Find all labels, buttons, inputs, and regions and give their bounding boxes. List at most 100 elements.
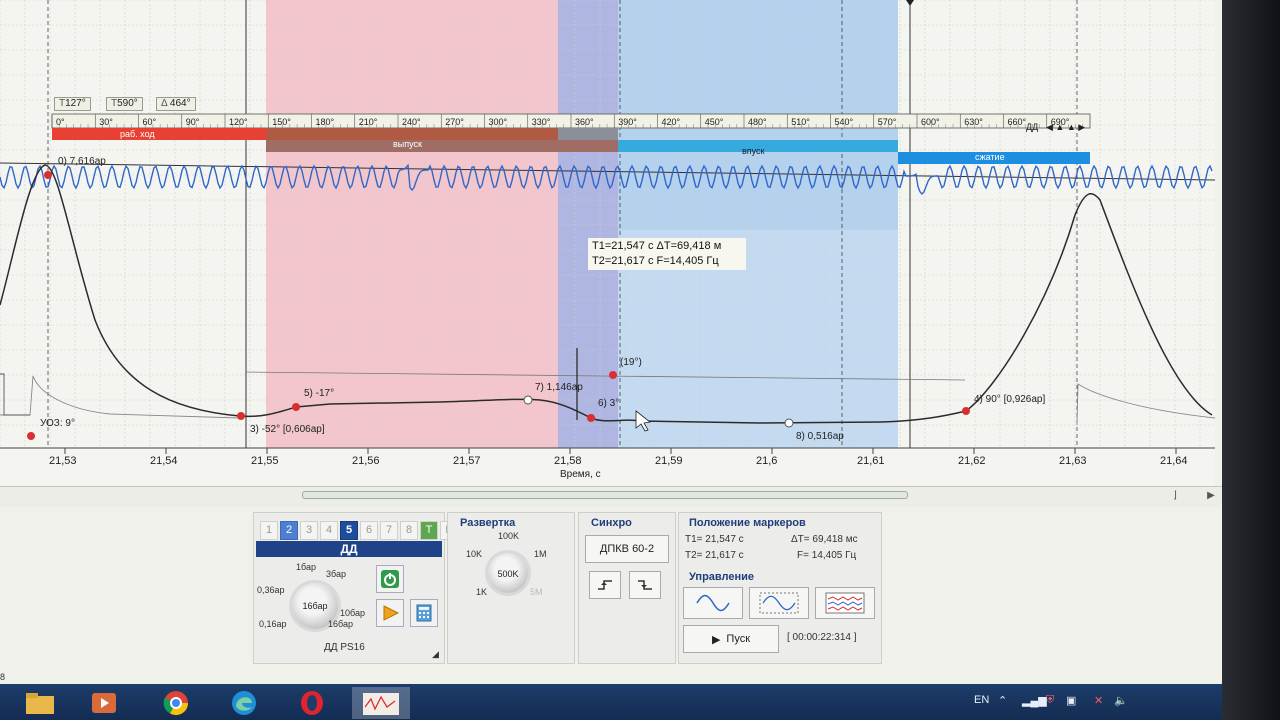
label-point-6: 6) 3°	[598, 398, 620, 409]
mode-dotted-button[interactable]	[749, 587, 809, 619]
ruler-degree-label: 450°	[705, 117, 724, 127]
power-button[interactable]	[376, 565, 404, 593]
channel-tab-t[interactable]: T	[420, 521, 438, 540]
point-uoz[interactable]	[27, 432, 35, 440]
ruler-degree-label: 270°	[445, 117, 464, 127]
volume-icon[interactable]: 🔈	[1114, 694, 1128, 707]
language-indicator[interactable]: EN	[974, 694, 989, 706]
horizontal-scrollbar[interactable]: ▶ ⌋	[0, 486, 1222, 507]
sync-source-value: ДПКВ 60-2	[599, 543, 655, 555]
scroll-right-icon[interactable]: ▶	[1204, 490, 1218, 502]
channel-tab-8[interactable]: 8	[400, 521, 418, 540]
sync-rising-edge-button[interactable]	[589, 571, 621, 599]
label-point-4: 4) 90° [0,926ар]	[974, 394, 1046, 405]
folder-icon	[26, 693, 54, 714]
point-3[interactable]	[237, 412, 245, 420]
channel-tab-7[interactable]: 7	[380, 521, 398, 540]
channel-tab-6[interactable]: 6	[360, 521, 378, 540]
ruler-degree-label: 600°	[921, 117, 940, 127]
ruler-degree-label: 360°	[575, 117, 594, 127]
sync-title: Синхро	[591, 517, 632, 529]
sweep-label-1: 10K	[466, 549, 483, 559]
media-player-icon	[92, 693, 116, 713]
x-tick-label: 21,63	[1059, 455, 1087, 467]
ruler-degree-label: 330°	[532, 117, 551, 127]
mode-sine-button[interactable]	[683, 587, 743, 619]
ruler-delta: Δ 464°	[156, 97, 196, 111]
point-0[interactable]	[44, 171, 52, 179]
point-7[interactable]	[523, 395, 533, 405]
phase-label-exhaust: выпуск	[393, 139, 422, 149]
point-4[interactable]	[962, 407, 970, 415]
scroll-end-icon[interactable]: ⌋	[1168, 490, 1182, 502]
ruler-degree-label: 210°	[359, 117, 378, 127]
chrome-button[interactable]	[156, 687, 196, 719]
x-tick-label: 21,61	[857, 455, 885, 467]
security-icon[interactable]: ⛨	[1046, 694, 1054, 707]
oscilloscope-app-button[interactable]	[352, 687, 410, 719]
markers-panel: Положение маркеров T1= 21,547 с ΔT= 69,4…	[678, 512, 882, 664]
oscilloscope-plot[interactable]: 0° 30° 60° 90° 120° 150° 180° 210° 240° 270° 300° 3…	[0, 0, 1215, 485]
channel-panel: 1 2 3 4 5 6 7 8 T E ДД 16бар 0,36ар 1бар…	[253, 512, 458, 664]
scrollbar-thumb[interactable]	[302, 491, 908, 499]
device-icon[interactable]: ▣	[1066, 694, 1076, 707]
media-player-button[interactable]	[84, 687, 124, 719]
mode-multi-button[interactable]	[815, 587, 875, 619]
label-point-5: 5) -17°	[304, 388, 335, 399]
scale-label-2: 3бар	[326, 569, 346, 579]
channel-tab-3[interactable]: 3	[300, 521, 318, 540]
label-point-3: 3) -52° [0,606ар]	[250, 424, 325, 435]
calculator-icon	[416, 604, 432, 622]
network-icon[interactable]: ▂▄▆	[1022, 694, 1047, 707]
sync-falling-edge-button[interactable]	[629, 571, 661, 599]
point-19[interactable]	[609, 371, 617, 379]
phase-label-power: раб. ход	[120, 129, 155, 139]
channel-tab-1[interactable]: 1	[260, 521, 278, 540]
play-button[interactable]	[376, 599, 404, 627]
point-6[interactable]	[587, 414, 595, 422]
channel-resize-icon[interactable]: ◢	[432, 649, 439, 660]
monitor-bezel	[1222, 0, 1280, 720]
marker-t2: T2= 21,617 с	[685, 550, 744, 561]
channel-tab-4[interactable]: 4	[320, 521, 338, 540]
baseline-left	[0, 373, 30, 416]
start-icon: ▶	[711, 633, 721, 646]
x-axis-label: Время, с	[560, 469, 601, 480]
marker-head[interactable]	[906, 0, 914, 6]
sweep-label-3: 1K	[476, 587, 488, 597]
ruler-degree-label: 150°	[272, 117, 291, 127]
x-tick-label: 21,62	[958, 455, 986, 467]
elapsed-timer: [ 00:00:22:314 ]	[787, 632, 857, 643]
point-5[interactable]	[292, 403, 300, 411]
file-explorer-button[interactable]	[20, 687, 60, 719]
sine-wave-icon	[696, 594, 730, 612]
tray-expand-icon[interactable]: ⌃	[998, 694, 1007, 707]
sweep-label-0: 100K	[498, 531, 520, 541]
label-point-19: (19°)	[620, 357, 642, 368]
calculator-button[interactable]	[410, 599, 438, 627]
point-8[interactable]	[784, 418, 794, 428]
scale-label-3: 0,16ар	[259, 619, 287, 629]
no-internet-icon[interactable]: ✕	[1094, 694, 1103, 707]
phase-label-compression: сжатие	[975, 152, 1005, 162]
edge-icon	[232, 691, 256, 715]
ruler-controls-icon[interactable]: ◀ ▲ ▲ ▶	[1046, 122, 1085, 133]
sync-source-select[interactable]: ДПКВ 60-2	[585, 535, 669, 563]
sensitivity-value: 16бар	[302, 601, 328, 612]
marker-f: F= 14,405 Гц	[797, 550, 857, 561]
x-axis-ticks	[64, 448, 1177, 454]
start-button[interactable]: ▶ Пуск	[683, 625, 779, 653]
ruler-degree-label: 240°	[402, 117, 421, 127]
sweep-label-4: 5M	[530, 587, 543, 597]
ruler-degree-label: 120°	[229, 117, 248, 127]
opera-button[interactable]	[292, 687, 332, 719]
rising-edge-icon	[598, 580, 612, 590]
edge-button[interactable]	[224, 687, 264, 719]
channel-tab-5[interactable]: 5	[340, 521, 358, 540]
sweep-knob[interactable]: 500K	[488, 553, 528, 593]
channel-tab-2[interactable]: 2	[280, 521, 298, 540]
sync-panel: Синхро ДПКВ 60-2	[578, 512, 676, 664]
ruler-degree-label: 90°	[186, 117, 200, 127]
oscilloscope-app-icon	[363, 693, 399, 715]
taskbar: EN ⌃ ▂▄▆ ⛨ ▣ ✕ 🔈	[0, 684, 1222, 720]
